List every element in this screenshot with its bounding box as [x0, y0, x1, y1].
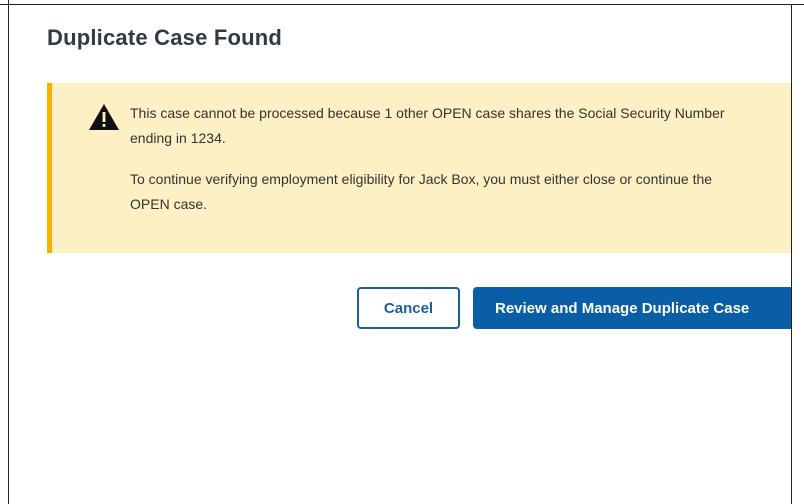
frame-right-border	[791, 4, 792, 504]
alert-message-instructions: To continue verifying employment eligibi…	[130, 171, 713, 212]
alert-message: This case cannot be processed because 1 …	[130, 101, 750, 233]
warning-triangle-icon	[89, 104, 119, 130]
duplicate-case-dialog: Duplicate Case Found This case cannot be…	[9, 5, 791, 352]
dialog-title: Duplicate Case Found	[47, 25, 283, 50]
review-duplicate-case-button[interactable]: Review and Manage Duplicate Case	[473, 287, 791, 329]
warning-alert: This case cannot be processed because 1 …	[47, 83, 791, 253]
alert-message-duplicate: This case cannot be processed because 1 …	[130, 105, 725, 146]
cancel-button[interactable]: Cancel	[357, 287, 460, 329]
